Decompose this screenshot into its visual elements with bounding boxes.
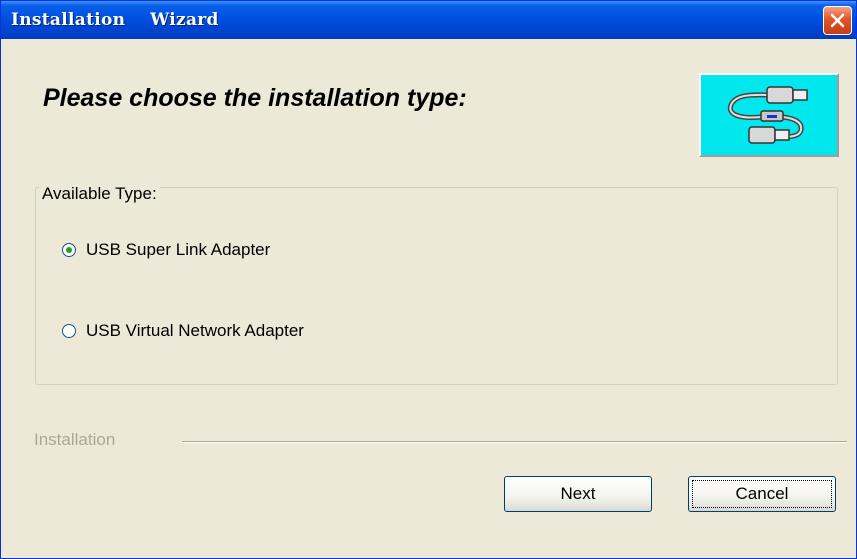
close-button[interactable]	[823, 6, 852, 35]
cancel-button[interactable]: Cancel	[688, 476, 836, 512]
usb-cable-logo	[699, 73, 839, 157]
option-label: USB Virtual Network Adapter	[86, 321, 304, 340]
radio-button[interactable]	[62, 324, 76, 338]
next-button[interactable]: Next	[504, 476, 652, 512]
close-icon	[830, 13, 845, 28]
installation-wizard-window: Installation Wizard Please choose the in…	[0, 0, 857, 559]
option-usb-virtual-network-adapter[interactable]: USB Virtual Network Adapter	[62, 321, 304, 341]
title-bar[interactable]: Installation Wizard	[1, 1, 856, 39]
usb-cable-icon	[727, 86, 808, 144]
option-usb-super-link-adapter[interactable]: USB Super Link Adapter	[62, 240, 270, 260]
radio-dot	[66, 247, 72, 253]
installation-label: Installation	[34, 430, 116, 449]
option-label: USB Super Link Adapter	[86, 240, 271, 259]
available-type-label: Available Type:	[39, 184, 160, 204]
radio-button-selected[interactable]	[62, 243, 76, 257]
page-heading: Please choose the installation type:	[43, 84, 467, 112]
available-type-group	[35, 187, 838, 385]
window-title: Installation Wizard	[11, 10, 219, 30]
installation-divider	[182, 441, 847, 443]
